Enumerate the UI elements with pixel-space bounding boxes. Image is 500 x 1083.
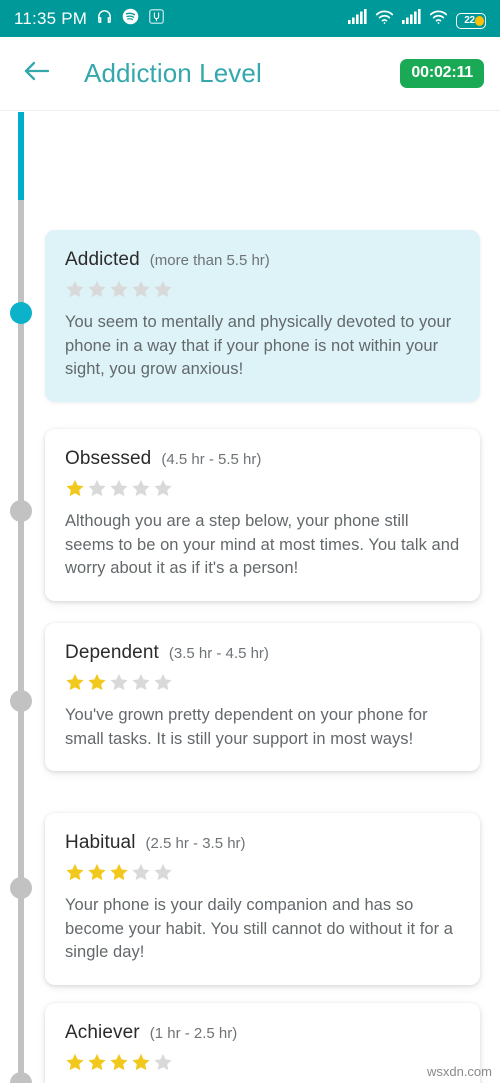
star-filled-icon xyxy=(86,1052,108,1073)
level-hour-range: (2.5 hr - 3.5 hr) xyxy=(145,835,246,852)
addiction-level-list[interactable]: Addicted (more than 5.5 hr) You seem to me… xyxy=(0,112,500,1083)
session-timer-badge: 00:02:11 xyxy=(400,59,484,88)
level-card[interactable]: Dependent (3.5 hr - 4.5 hr) You've grown p… xyxy=(45,623,480,772)
star-empty-icon xyxy=(152,279,174,300)
star-rating xyxy=(64,672,460,693)
star-empty-icon xyxy=(130,672,152,693)
star-empty-icon xyxy=(108,672,130,693)
star-empty-icon xyxy=(130,478,152,499)
timeline-dot xyxy=(10,500,32,522)
star-filled-icon xyxy=(108,1052,130,1073)
back-button[interactable] xyxy=(20,57,54,91)
status-bar-left-icons xyxy=(96,8,165,30)
level-card-header: Achiever (1 hr - 2.5 hr) xyxy=(65,1022,460,1044)
star-rating xyxy=(64,862,460,883)
level-card-header: Addicted (more than 5.5 hr) xyxy=(65,249,460,271)
level-title: Addicted xyxy=(65,249,140,270)
star-empty-icon xyxy=(152,862,174,883)
level-hour-range: (more than 5.5 hr) xyxy=(149,252,270,269)
star-filled-icon xyxy=(108,862,130,883)
level-title: Dependent xyxy=(65,642,159,663)
level-title: Obsessed xyxy=(65,448,152,469)
level-card[interactable]: Habitual (2.5 hr - 3.5 hr) Your phone is y… xyxy=(45,813,480,985)
timeline-dot xyxy=(10,877,32,899)
star-empty-icon xyxy=(86,478,108,499)
level-card[interactable]: Obsessed (4.5 hr - 5.5 hr) Although you ar… xyxy=(45,429,480,601)
level-card-header: Habitual (2.5 hr - 3.5 hr) xyxy=(65,832,460,854)
level-title: Habitual xyxy=(65,832,136,853)
app-bar: Addiction Level 00:02:11 xyxy=(0,37,500,111)
star-empty-icon xyxy=(130,862,152,883)
phone-screen: 11:35 PM 22 Addiction Level 00:02:11 Add… xyxy=(0,0,500,1083)
timeline-rail xyxy=(18,112,24,1083)
page-title: Addiction Level xyxy=(84,58,262,88)
star-empty-icon xyxy=(152,1052,174,1073)
level-description: Although you are a step below, your phon… xyxy=(65,512,460,578)
star-filled-icon xyxy=(64,672,86,693)
star-empty-icon xyxy=(108,279,130,300)
star-rating xyxy=(64,478,460,499)
level-title: Achiever xyxy=(65,1022,140,1043)
status-bar-right-icons: 22 xyxy=(348,8,486,29)
level-description: Your phone is your daily companion and h… xyxy=(65,896,453,962)
battery-percent-label: 22 xyxy=(464,14,475,26)
timeline-dot xyxy=(10,690,32,712)
level-hour-range: (1 hr - 2.5 hr) xyxy=(149,1025,238,1042)
cellular-signal-icon xyxy=(348,8,367,29)
battery-icon: 22 xyxy=(456,12,486,29)
wifi-icon xyxy=(375,9,394,29)
wifi-2-icon xyxy=(429,9,448,29)
app-notification-icon xyxy=(148,8,165,30)
star-filled-icon xyxy=(64,862,86,883)
level-hour-range: (4.5 hr - 5.5 hr) xyxy=(161,451,262,468)
star-empty-icon xyxy=(86,279,108,300)
timeline-dot-active xyxy=(10,302,32,324)
timeline-dot xyxy=(10,1072,32,1083)
star-rating xyxy=(64,1052,460,1073)
battery-level-indicator xyxy=(474,15,484,26)
star-filled-icon xyxy=(64,478,86,499)
level-card[interactable]: Achiever(1 hr - 2.5 hr)Although you have… xyxy=(45,1003,480,1083)
headphones-icon xyxy=(96,8,113,30)
watermark: wsxdn.com xyxy=(426,1064,492,1079)
back-arrow-icon xyxy=(23,59,51,88)
level-hour-range: (3.5 hr - 4.5 hr) xyxy=(168,645,269,662)
star-empty-icon xyxy=(130,279,152,300)
star-filled-icon xyxy=(130,1052,152,1073)
status-bar-clock: 11:35 PM xyxy=(14,8,88,28)
star-empty-icon xyxy=(152,672,174,693)
star-rating xyxy=(64,279,460,300)
star-filled-icon xyxy=(86,862,108,883)
star-filled-icon xyxy=(86,672,108,693)
star-empty-icon xyxy=(152,478,174,499)
level-card-header: Obsessed (4.5 hr - 5.5 hr) xyxy=(65,448,460,470)
star-empty-icon xyxy=(64,279,86,300)
cellular-signal-2-icon xyxy=(402,8,421,29)
star-empty-icon xyxy=(108,478,130,499)
timeline-rail-active xyxy=(18,112,24,200)
spotify-icon xyxy=(122,8,139,30)
level-description: You seem to mentally and physically devo… xyxy=(65,313,452,379)
star-filled-icon xyxy=(64,1052,86,1073)
level-card[interactable]: Addicted (more than 5.5 hr) You seem to me… xyxy=(45,230,480,402)
level-card-header: Dependent (3.5 hr - 4.5 hr) xyxy=(65,642,460,664)
status-bar: 11:35 PM 22 xyxy=(0,0,500,37)
level-description: You've grown pretty dependent on your ph… xyxy=(65,706,428,748)
